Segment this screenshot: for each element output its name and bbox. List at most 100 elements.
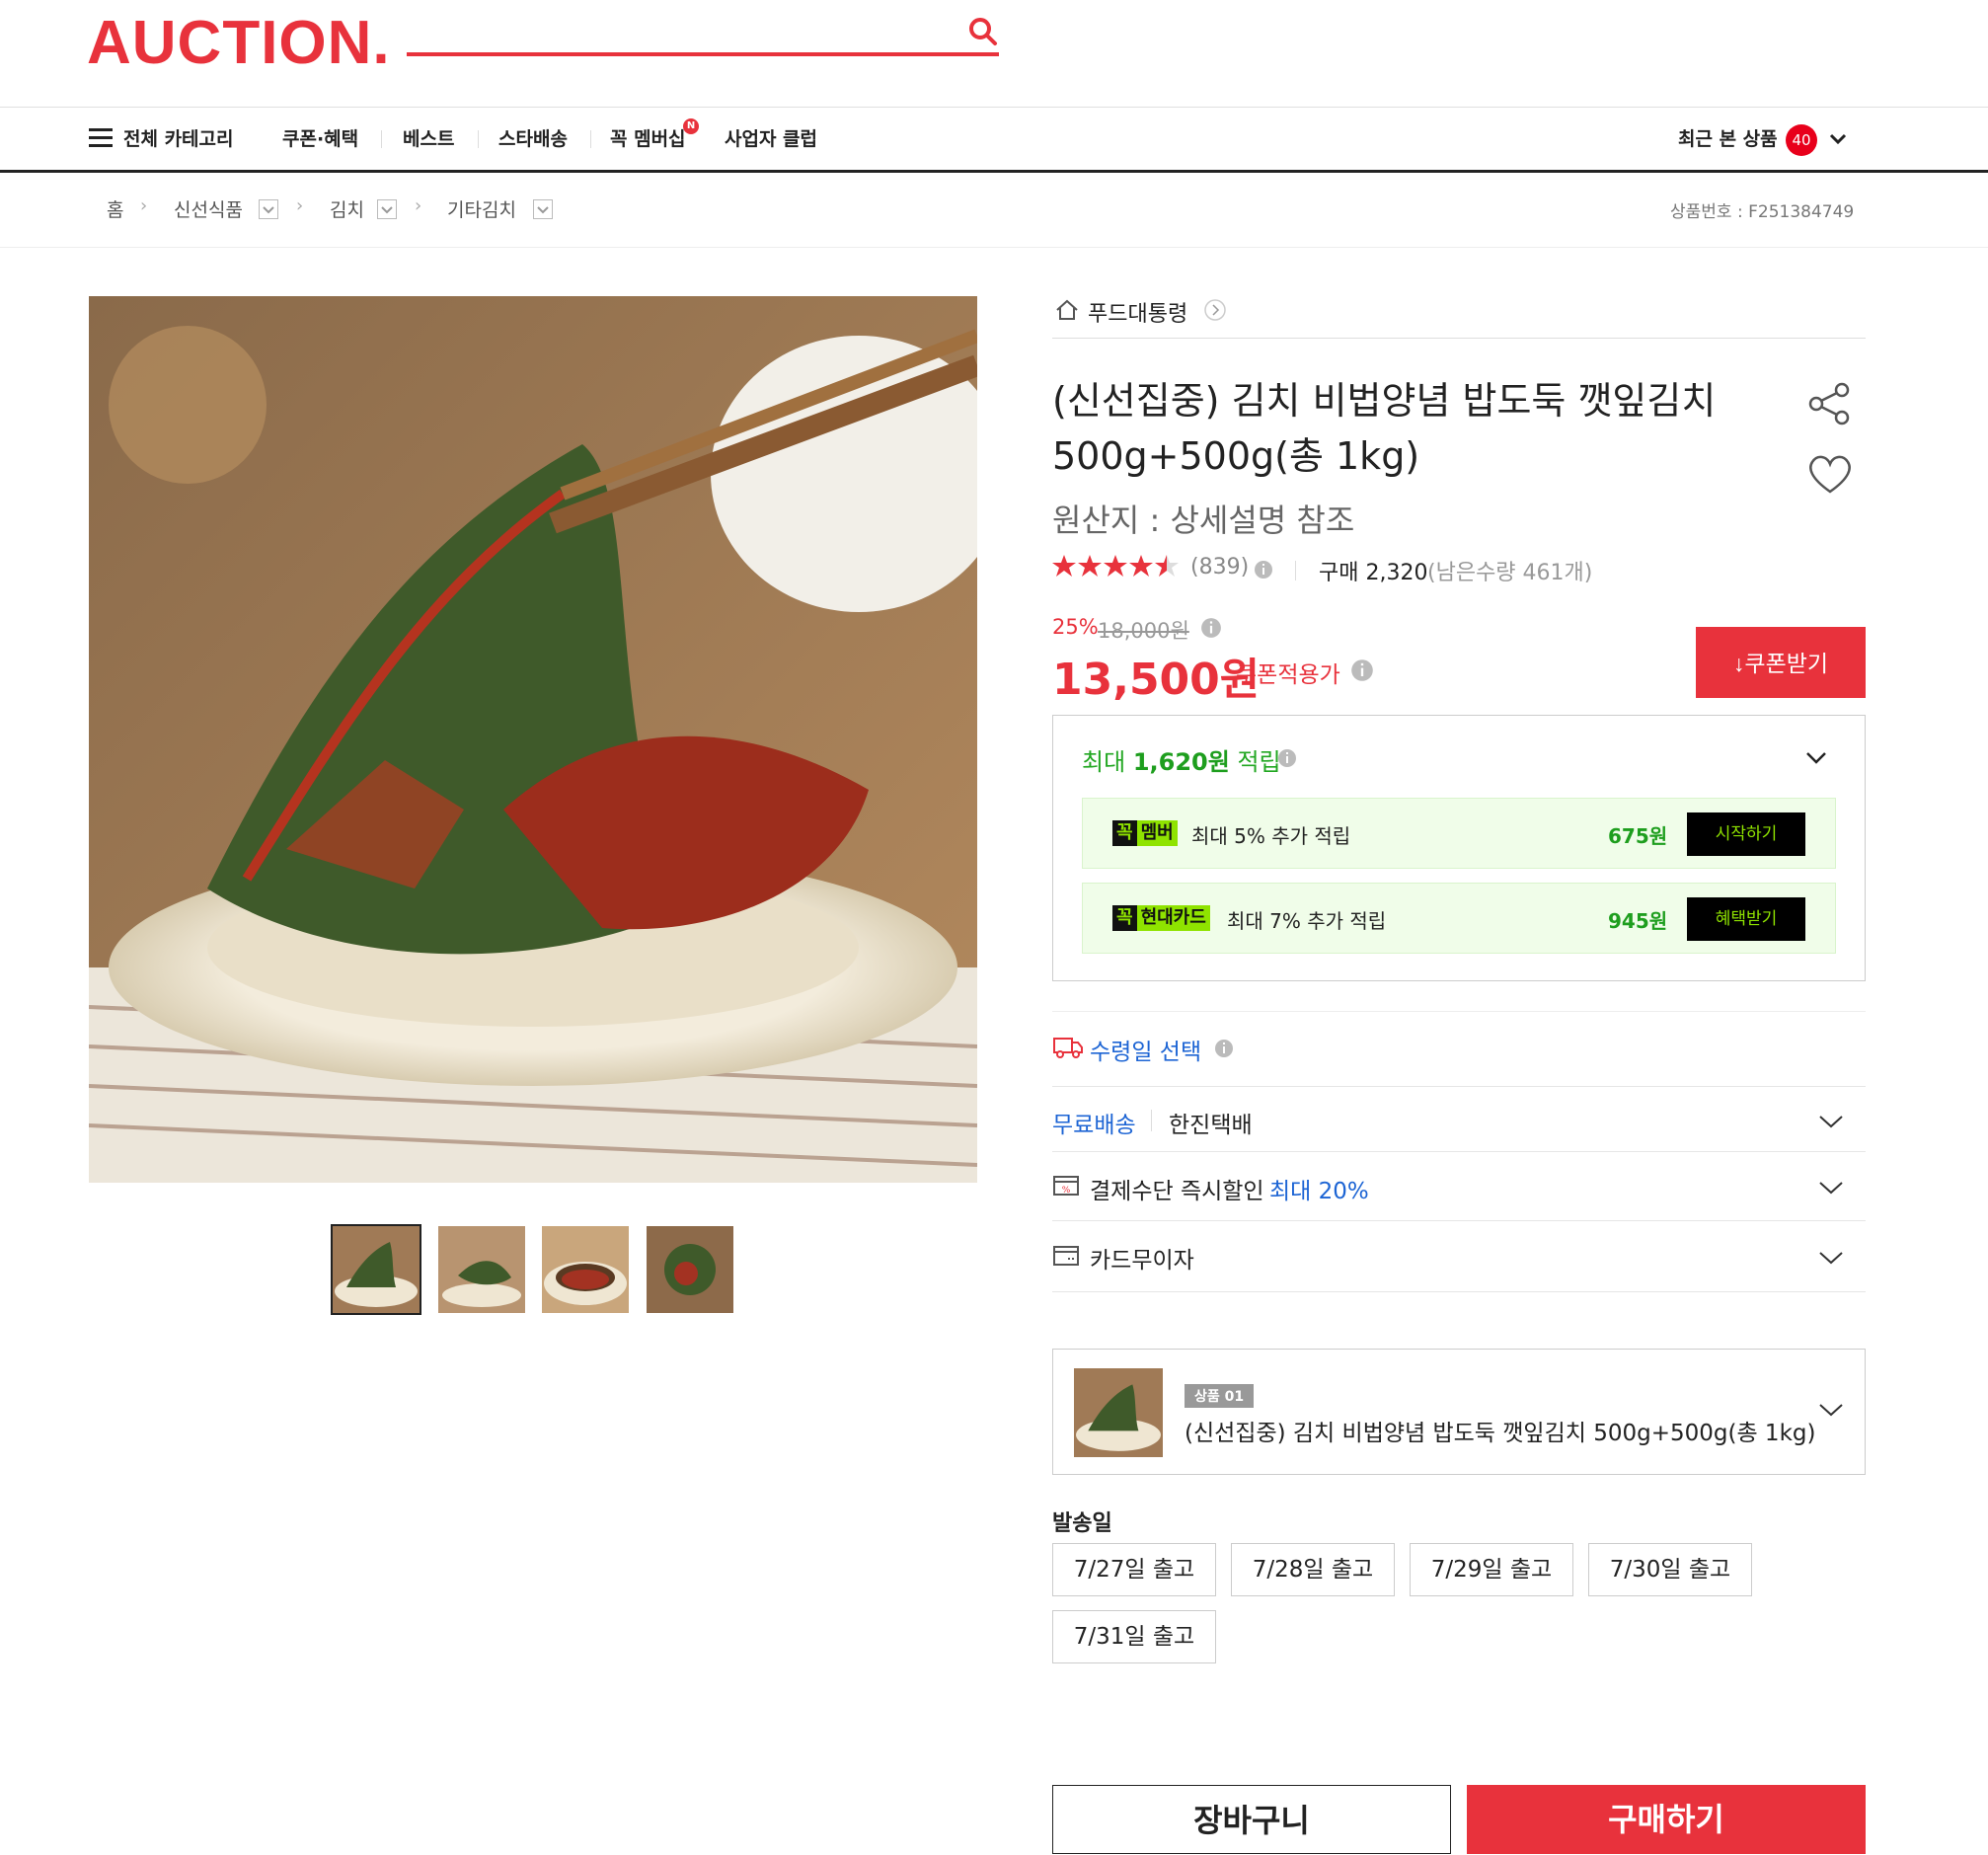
chevron-right-icon: ›	[140, 195, 148, 216]
origin-info: 원산지 : 상세설명 참조	[1052, 502, 1355, 539]
info-icon[interactable]	[1277, 748, 1297, 768]
rating-stars	[1052, 555, 1179, 577]
product-thumbnail[interactable]	[438, 1226, 525, 1313]
nav-divider	[590, 130, 591, 148]
ship-date-title: 발송일	[1052, 1511, 1112, 1536]
share-icon[interactable]	[1806, 381, 1852, 426]
search-input[interactable]	[407, 52, 999, 56]
ship-date-option[interactable]: 7/30일 출고	[1588, 1543, 1752, 1596]
free-shipping: 무료배송	[1052, 1113, 1136, 1138]
nav-best[interactable]: 베스트	[403, 124, 454, 151]
original-price: 18,000원	[1098, 619, 1189, 643]
chevron-right-icon: ›	[296, 195, 304, 216]
tag-label: 멤버	[1136, 820, 1178, 846]
recent-products[interactable]: 최근 본 상품	[1678, 124, 1778, 151]
info-icon[interactable]	[1254, 560, 1273, 580]
product-thumbnail[interactable]	[331, 1224, 421, 1315]
product-main-image[interactable]	[89, 296, 977, 1183]
product-title: (신선집중) 김치 비법양념 밥도둑 깻잎김치 500g+500g(총 1kg)	[1052, 379, 1717, 478]
dropdown-toggle[interactable]	[533, 199, 553, 219]
divider	[1052, 1220, 1866, 1221]
reward-amount: 1,620원	[1132, 748, 1230, 776]
nav-coupon[interactable]: 쿠폰·혜택	[282, 124, 358, 151]
review-count[interactable]: (839)	[1190, 555, 1249, 580]
pickup-date-select[interactable]: 수령일 선택	[1090, 1033, 1201, 1066]
tag-prefix: 꼭	[1112, 905, 1137, 931]
coupon-button[interactable]: ↓쿠폰받기	[1696, 627, 1866, 698]
dropdown-toggle[interactable]	[259, 199, 278, 219]
dropdown-toggle[interactable]	[377, 199, 397, 219]
divider	[1052, 1086, 1866, 1087]
sale-price: 13,500원	[1052, 655, 1261, 705]
download-icon: ↓	[1732, 651, 1745, 676]
ship-date-option[interactable]: 7/29일 출고	[1410, 1543, 1573, 1596]
chevron-down-icon[interactable]	[1818, 1402, 1844, 1418]
divider	[0, 107, 1988, 108]
divider	[1052, 1151, 1866, 1152]
search-icon[interactable]	[967, 16, 999, 47]
card-benefit: 꼭 현대카드 최대 7% 추가 적립 945원 혜택받기	[1082, 883, 1836, 954]
buy-now-button[interactable]: 구매하기	[1467, 1785, 1866, 1854]
nav-star-delivery[interactable]: 스타배송	[498, 124, 568, 151]
breadcrumb-home[interactable]: 홈	[107, 195, 123, 222]
installment-info: 카드무이자	[1090, 1248, 1194, 1274]
ship-date-option[interactable]: 7/31일 출고	[1052, 1610, 1216, 1663]
svg-text:%: %	[1062, 1186, 1071, 1196]
breadcrumb-level-1[interactable]: 신선식품	[174, 195, 243, 222]
card-icon	[1053, 1246, 1079, 1266]
card-tag: 꼭 현대카드	[1112, 905, 1210, 931]
option-name: (신선집중) 김치 비법양념 밥도둑 깻잎김치 500g+500g(총 1kg)	[1185, 1421, 1816, 1446]
nav-business-club[interactable]: 사업자 클럽	[725, 124, 817, 151]
purchase-count: 구매 2,320	[1319, 561, 1428, 585]
recent-count-badge: 40	[1786, 124, 1817, 156]
discount-card-icon: %	[1053, 1176, 1079, 1196]
membership-tag: 꼭 멤버	[1112, 820, 1178, 846]
store-name[interactable]: 푸드대통령	[1088, 296, 1187, 328]
divider	[1052, 1291, 1866, 1292]
product-thumbnail[interactable]	[542, 1226, 629, 1313]
breadcrumb-level-2[interactable]: 김치	[330, 195, 364, 222]
reward-suffix: 적립	[1237, 748, 1281, 776]
chevron-down-icon[interactable]	[1818, 1250, 1844, 1266]
reward-prefix: 최대	[1082, 748, 1126, 776]
new-badge: N	[683, 118, 699, 134]
ship-date-option[interactable]: 7/28일 출고	[1231, 1543, 1395, 1596]
get-benefit-button[interactable]: 혜택받기	[1687, 897, 1805, 941]
info-icon[interactable]	[1214, 1039, 1234, 1058]
coupon-button-label: 쿠폰받기	[1744, 651, 1829, 676]
reward-summary[interactable]: 최대 1,620원 적립	[1082, 742, 1281, 777]
ship-date-option[interactable]: 7/27일 출고	[1052, 1543, 1216, 1596]
chevron-down-icon[interactable]	[1818, 1114, 1844, 1129]
divider	[1052, 1011, 1866, 1012]
home-icon	[1056, 299, 1078, 320]
benefit-text: 최대 7% 추가 적립	[1227, 909, 1387, 933]
breadcrumb-level-3[interactable]: 기타김치	[447, 195, 516, 222]
start-membership-button[interactable]: 시작하기	[1687, 812, 1805, 856]
chevron-right-icon[interactable]	[1204, 299, 1226, 321]
divider	[1052, 338, 1866, 339]
product-thumbnail[interactable]	[647, 1226, 733, 1313]
nav-divider	[381, 130, 382, 148]
info-icon[interactable]	[1350, 658, 1374, 682]
benefit-amount: 945원	[1608, 909, 1668, 933]
chevron-down-icon[interactable]	[1828, 131, 1848, 147]
add-to-cart-button[interactable]: 장바구니	[1052, 1785, 1451, 1854]
divider	[0, 247, 1988, 248]
nav-membership[interactable]: 꼭 멤버십	[610, 124, 686, 151]
menu-icon[interactable]	[89, 128, 113, 148]
tag-label: 현대카드	[1136, 905, 1210, 931]
benefit-amount: 675원	[1608, 824, 1668, 848]
payment-discount-max: 최대 20%	[1269, 1179, 1369, 1204]
chevron-down-icon[interactable]	[1804, 748, 1828, 766]
price-label: 쿠폰적용가	[1236, 662, 1340, 688]
benefit-text: 최대 5% 추가 적립	[1191, 824, 1351, 848]
heart-icon[interactable]	[1806, 452, 1854, 496]
nav-all-categories[interactable]: 전체 카테고리	[123, 124, 234, 151]
chevron-down-icon[interactable]	[1818, 1180, 1844, 1196]
nav-underline	[0, 170, 1988, 173]
option-selector[interactable]	[1052, 1349, 1866, 1475]
divider	[1295, 561, 1296, 580]
auction-logo[interactable]: AUCTION.	[87, 8, 391, 78]
info-icon[interactable]	[1200, 617, 1222, 639]
product-number: 상품번호 : F251384749	[1670, 202, 1855, 222]
